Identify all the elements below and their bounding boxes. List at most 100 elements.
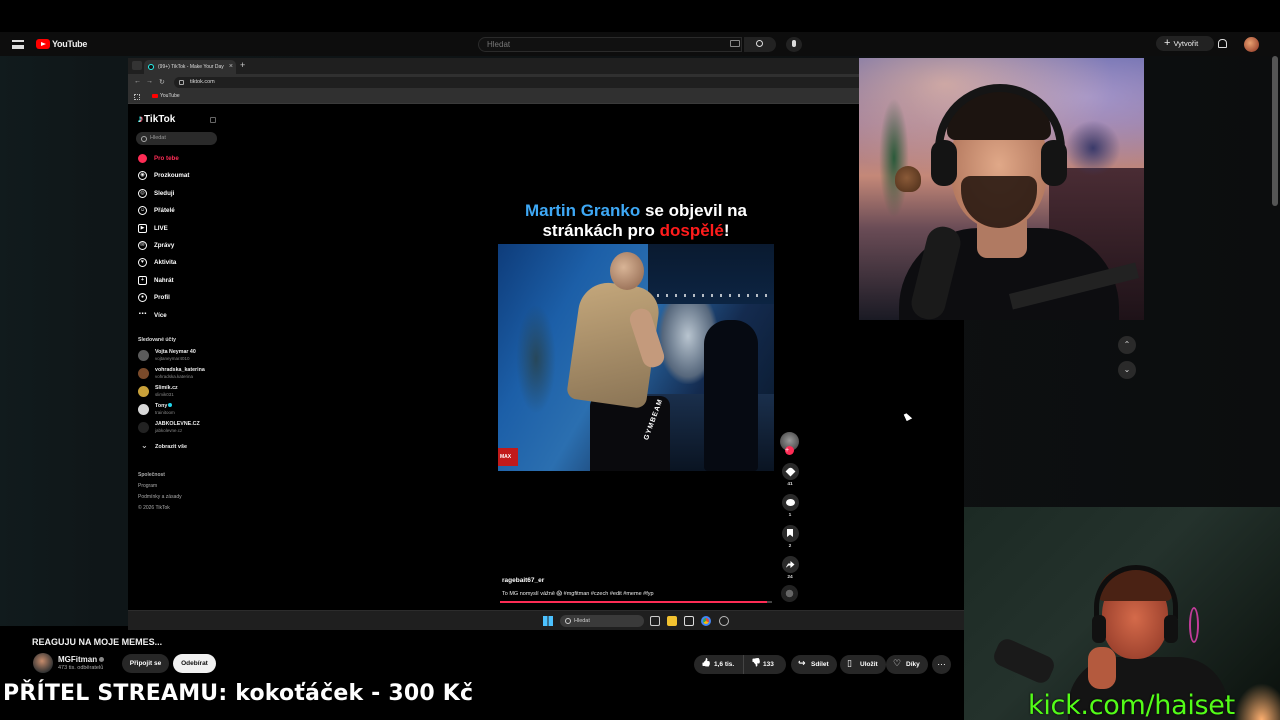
keyboard-icon[interactable] xyxy=(730,40,740,47)
tiktok-note-icon: ♪ xyxy=(138,114,143,125)
tiktok-nav-item[interactable]: ✉ Zprávy xyxy=(136,239,226,256)
account-avatar xyxy=(138,368,149,379)
tiktok-nav-item[interactable]: ▶ LIVE xyxy=(136,222,226,239)
follow-plus-icon[interactable]: + xyxy=(785,446,794,455)
share-action[interactable]: 24 xyxy=(778,556,802,580)
close-tab-icon[interactable]: × xyxy=(229,63,233,70)
video-author[interactable]: ragebait67_er xyxy=(502,577,544,584)
file-explorer-icon[interactable] xyxy=(667,616,677,626)
home-icon: ⌂ xyxy=(138,154,147,163)
youtube-logo-icon[interactable] xyxy=(36,39,50,49)
footer-link[interactable]: Podmínky a zásady xyxy=(138,492,182,503)
tiktok-nav-item[interactable]: ☺ Přátelé xyxy=(136,204,226,221)
share-button[interactable]: ↪ Sdílet xyxy=(791,655,837,674)
previous-short-chevron-up-icon[interactable]: ⌃ xyxy=(1118,336,1136,354)
tiktok-nav-item[interactable]: ♥ Aktivita xyxy=(136,256,226,273)
bookmarks-bar: YouTube xyxy=(128,90,964,104)
next-short-chevron-down-icon[interactable]: ⌄ xyxy=(1118,361,1136,379)
save-action[interactable]: 2 xyxy=(778,525,802,549)
windows-taskbar: Hledat xyxy=(128,610,964,630)
youtube-search-input[interactable]: Hledat xyxy=(478,37,742,52)
footer-link: © 2026 TikTok xyxy=(138,505,170,511)
hamburger-menu-icon[interactable] xyxy=(12,40,24,49)
back-arrow-icon[interactable]: ← xyxy=(134,78,141,85)
chrome-icon[interactable] xyxy=(701,616,711,626)
collapse-sidebar-icon[interactable] xyxy=(210,117,216,123)
frame-person-head xyxy=(610,252,644,290)
caption-highlight: dospělé xyxy=(659,221,724,240)
tiktok-nav-item[interactable]: ◎ Sleduji xyxy=(136,187,226,204)
following-account[interactable]: Slimík.cz slimik031 xyxy=(138,384,228,402)
like-action[interactable]: 41 xyxy=(778,463,802,487)
account-avatar[interactable] xyxy=(1244,37,1259,52)
footer-link[interactable]: Program xyxy=(138,481,182,492)
tab-search-icon[interactable] xyxy=(132,61,142,70)
webcam-plush xyxy=(895,166,921,192)
tiktok-search-input[interactable]: Hledat xyxy=(136,132,217,145)
tiktok-logo[interactable]: ♪TikTok xyxy=(138,114,175,125)
super-thanks-icon: ♡ xyxy=(893,658,902,668)
following-account[interactable]: JABKOLEVNE.CZ jabkolevne.cz xyxy=(138,420,228,438)
new-tab-plus-icon[interactable]: + xyxy=(240,60,245,70)
account-name-text: JABKOLEVNE.CZ xyxy=(155,421,200,427)
following-account[interactable]: vohradska_katerina vohradska.katerina xyxy=(138,366,228,384)
channel-avatar[interactable] xyxy=(33,653,53,673)
following-account[interactable]: Vojta Neymar 40 vojtaneymar4010 xyxy=(138,348,228,366)
site-info-icon[interactable] xyxy=(179,80,184,85)
share-icon xyxy=(785,561,795,568)
show-all-button[interactable]: Zobrazit vše xyxy=(138,441,187,450)
settings-gear-icon[interactable] xyxy=(719,616,729,626)
thanks-label: Díky xyxy=(906,660,920,668)
apps-grid-icon[interactable] xyxy=(134,94,140,100)
tiktok-video-frame[interactable]: GYMBEAM MAX xyxy=(498,244,774,471)
share-button[interactable] xyxy=(781,556,799,573)
like-button[interactable] xyxy=(781,463,799,480)
webcam2-ring-light xyxy=(1189,607,1199,643)
comment-action[interactable]: 1 xyxy=(778,494,802,518)
footer-link[interactable]: Společnost xyxy=(138,470,182,481)
more-actions-icon[interactable]: … xyxy=(932,655,951,674)
music-disc-icon[interactable] xyxy=(781,585,798,602)
task-view-icon[interactable] xyxy=(650,616,660,626)
tiktok-nav-item[interactable]: ⋯ Více xyxy=(136,309,226,326)
save-button[interactable]: ▯ Uložit xyxy=(840,655,886,674)
page-scrollbar[interactable] xyxy=(1272,56,1278,206)
create-button[interactable]: + Vytvořit xyxy=(1156,36,1214,51)
tiktok-favicon-icon xyxy=(148,64,154,70)
channel-name[interactable]: MGFitman xyxy=(58,655,105,664)
tiktok-nav-item[interactable]: ● Profil xyxy=(136,291,226,308)
browser-tab-tiktok[interactable]: (99+) TikTok - Make Your Day × xyxy=(144,60,236,74)
bookmark-youtube[interactable]: YouTube xyxy=(152,93,180,99)
creator-avatar[interactable]: + xyxy=(780,432,799,455)
forward-arrow-icon[interactable]: → xyxy=(146,78,153,85)
frame-channel-logo: MAX xyxy=(498,448,518,466)
share-label: Sdílet xyxy=(811,660,829,668)
share-count: 24 xyxy=(787,575,793,580)
voice-search-mic-icon[interactable] xyxy=(786,37,802,52)
like-button[interactable]: 1,6 tis. xyxy=(694,655,744,674)
thanks-button[interactable]: ♡ Díky xyxy=(886,655,928,674)
bookmark-button[interactable] xyxy=(781,525,799,542)
tiktok-nav-item[interactable]: ⌂ Pro tebe xyxy=(136,152,226,169)
store-icon[interactable] xyxy=(684,616,694,626)
reload-icon[interactable]: ↻ xyxy=(159,78,165,86)
url-field[interactable]: tiktok.com xyxy=(174,77,934,88)
plus-icon: + xyxy=(1164,37,1171,49)
tiktok-nav-item[interactable]: + Nahrát xyxy=(136,274,226,291)
youtube-wordmark[interactable]: YouTube xyxy=(52,39,87,49)
subscribe-button[interactable]: Odebírat xyxy=(173,654,216,673)
join-button[interactable]: Připojit se xyxy=(122,654,169,673)
browser-address-bar: ← → ↻ tiktok.com xyxy=(128,74,964,90)
youtube-search-button[interactable] xyxy=(744,37,776,52)
tiktok-nav-item[interactable]: ◉ Prozkoumat xyxy=(136,169,226,186)
dislike-button[interactable]: 133 xyxy=(745,655,786,674)
taskbar-search[interactable]: Hledat xyxy=(560,615,644,627)
following-account[interactable]: Tony trainitoom xyxy=(138,402,228,420)
channel-name-text: MGFitman xyxy=(58,655,98,664)
notifications-bell-icon[interactable] xyxy=(1218,39,1227,48)
compass-icon: ◉ xyxy=(138,171,147,181)
video-progress-bar[interactable] xyxy=(500,601,772,603)
windows-start-icon[interactable] xyxy=(543,616,553,626)
tiktok-nav-label: Prozkoumat xyxy=(154,172,190,180)
comment-button[interactable] xyxy=(781,494,799,511)
